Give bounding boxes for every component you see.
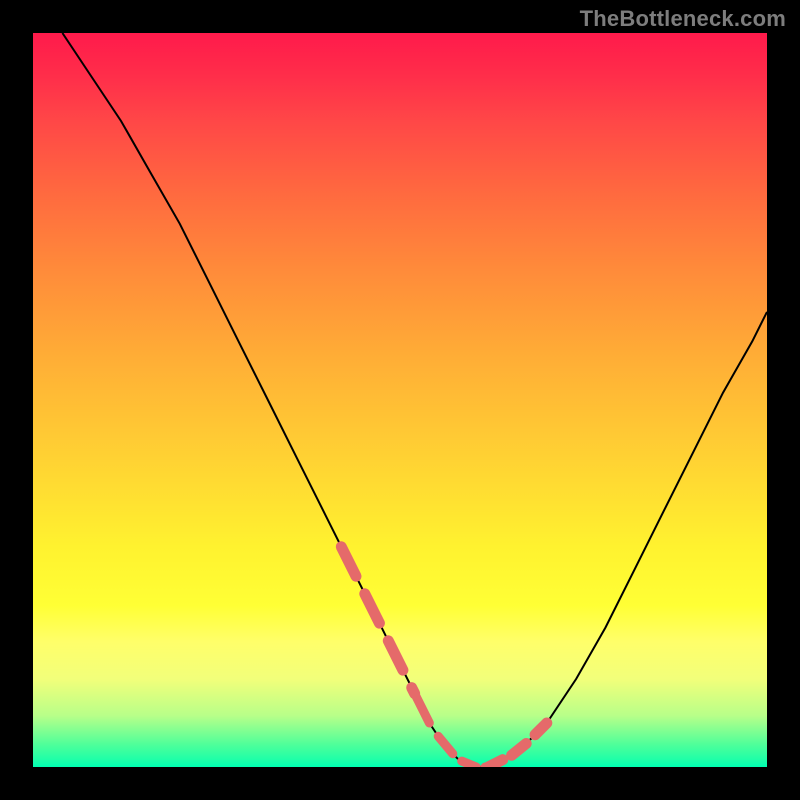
bottleneck-curve-svg — [33, 33, 767, 767]
highlight-dash — [341, 547, 356, 576]
watermark-text: TheBottleneck.com — [580, 6, 786, 32]
plot-area — [33, 33, 767, 767]
highlight-dash — [412, 688, 415, 694]
chart-stage: TheBottleneck.com — [0, 0, 800, 800]
highlight-dash — [415, 694, 430, 723]
highlight-dash — [438, 736, 453, 754]
bottleneck-curve — [62, 33, 767, 767]
highlight-dash — [462, 761, 477, 767]
highlight-dash — [535, 723, 547, 735]
highlight-dash — [365, 594, 380, 623]
highlight-dash — [488, 760, 503, 767]
highlight-dash — [512, 744, 527, 756]
highlight-dash — [388, 641, 403, 670]
curve-highlight-markers — [341, 547, 547, 767]
